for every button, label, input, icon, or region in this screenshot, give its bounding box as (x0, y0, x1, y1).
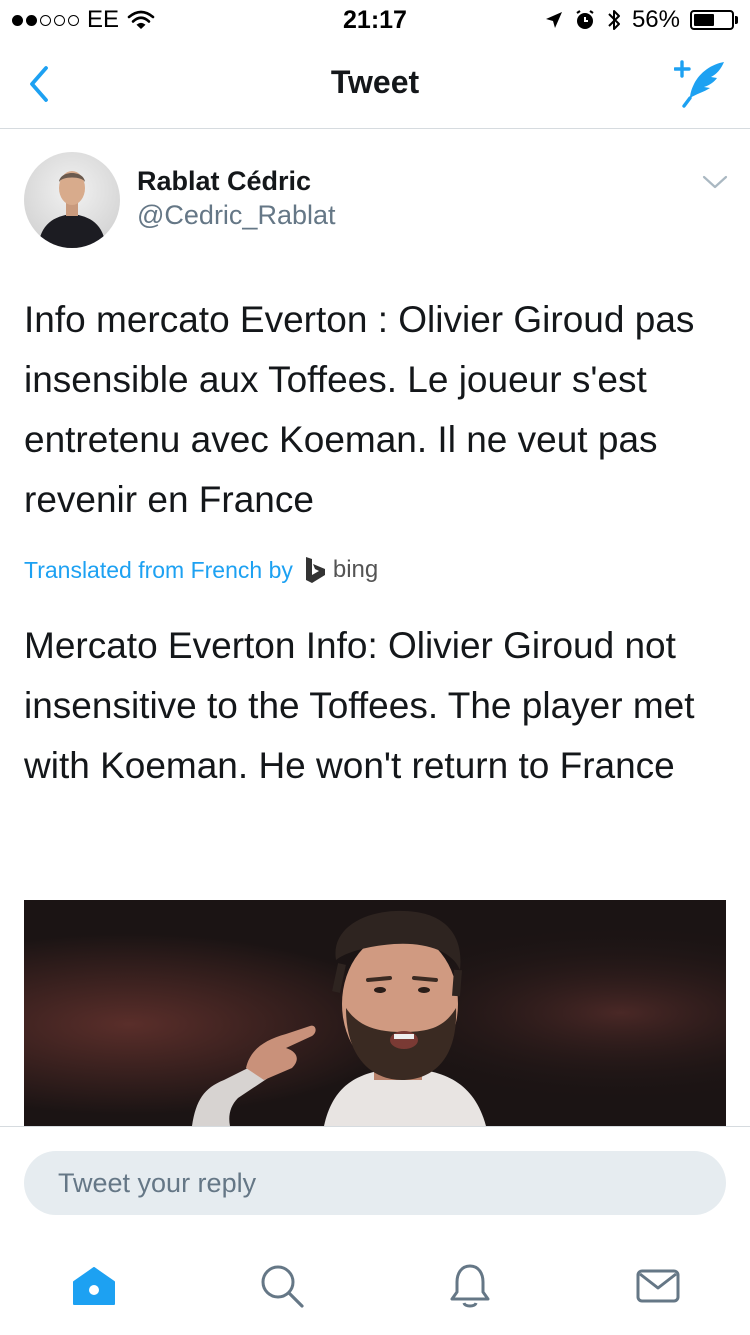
translation-label[interactable]: Translated from French by (24, 557, 293, 584)
notifications-icon[interactable] (446, 1262, 494, 1310)
search-icon[interactable] (258, 1262, 306, 1310)
translated-tweet-text: Mercato Everton Info: Olivier Giroud not… (24, 625, 695, 786)
location-arrow-icon (545, 12, 562, 28)
battery-icon (690, 10, 738, 30)
bing-logo: bing (303, 556, 378, 584)
author-name[interactable]: Rablat Cédric (137, 166, 311, 197)
alarm-icon (576, 10, 594, 29)
home-icon[interactable] (70, 1262, 118, 1310)
author-handle[interactable]: @Cedric_Rablat (137, 200, 336, 231)
compose-tweet-icon[interactable] (674, 58, 728, 110)
tab-bar (0, 1240, 750, 1334)
tweet-media-image[interactable] (24, 900, 726, 1126)
avatar[interactable] (24, 152, 120, 248)
translation-provider: bing (332, 556, 379, 583)
chevron-down-icon[interactable] (702, 172, 728, 192)
page-title: Tweet (330, 64, 420, 100)
bing-icon (305, 557, 325, 583)
reply-input[interactable] (24, 1151, 726, 1215)
battery-percent: 56% (631, 6, 680, 33)
status-bar: EE 21:17 56% (0, 0, 750, 40)
navigation-bar: Tweet (0, 40, 750, 129)
status-right: 56% (544, 6, 738, 34)
tweet-text: Info mercato Everton : Olivier Giroud pa… (24, 299, 695, 520)
translation-attribution: Translated from French by bing (24, 556, 378, 584)
bluetooth-icon (608, 10, 620, 30)
messages-icon[interactable] (634, 1262, 682, 1310)
